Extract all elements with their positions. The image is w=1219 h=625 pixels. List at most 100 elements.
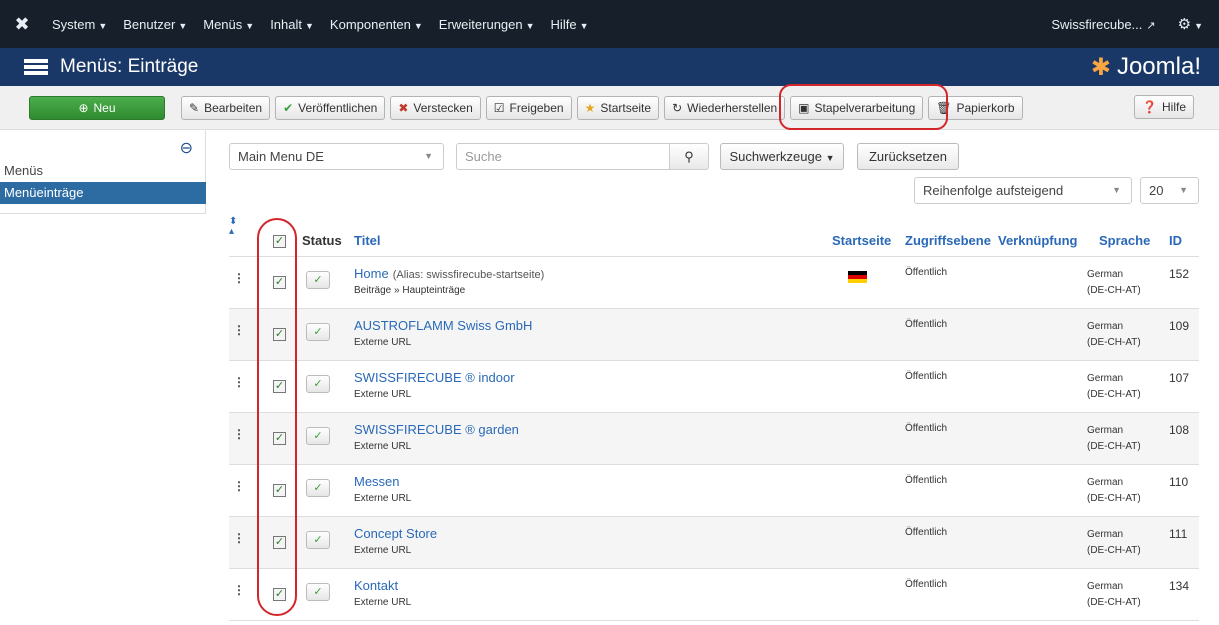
menu-system[interactable]: System ▼ — [44, 17, 115, 32]
title-link[interactable]: Home — [354, 266, 389, 281]
drag-handle-icon[interactable]: ⋮ — [233, 531, 245, 545]
language-code: (DE-CH-AT) — [1087, 285, 1141, 296]
ordering-select[interactable]: Reihenfolge aufsteigend ▼ — [914, 177, 1132, 204]
table-row[interactable]: ⋮ ✓ ✓ SWISSFIRECUBE ® indoor Externe URL… — [229, 361, 1199, 413]
row-access: Öffentlich — [905, 527, 948, 538]
drag-handle-icon[interactable]: ⋮ — [233, 479, 245, 493]
reset-button[interactable]: Zurücksetzen — [857, 143, 959, 170]
button-label: Startseite — [600, 100, 652, 115]
column-status[interactable]: Status — [302, 233, 342, 248]
menu-users[interactable]: Benutzer ▼ — [115, 17, 195, 32]
checkin-button[interactable]: ☑ Freigeben — [485, 95, 572, 120]
published-toggle[interactable]: ✓ — [306, 375, 330, 393]
drag-handle-icon[interactable]: ⋮ — [233, 375, 245, 389]
language-name: German — [1087, 321, 1124, 332]
caret-down-icon: ▼ — [1194, 21, 1203, 31]
german-flag-icon[interactable] — [848, 271, 867, 283]
drag-handle-icon[interactable]: ⋮ — [233, 427, 245, 441]
column-association[interactable]: Verknüpfung — [998, 233, 1077, 248]
published-toggle[interactable]: ✓ — [306, 271, 330, 289]
row-title: Kontakt — [354, 578, 398, 593]
drag-handle-icon[interactable]: ⋮ — [233, 583, 245, 597]
refresh-icon: ↻ — [672, 100, 683, 115]
menu-help[interactable]: Hilfe ▼ — [543, 17, 597, 32]
column-id[interactable]: ID — [1169, 233, 1182, 248]
sidebar-item-menus[interactable]: Menüs — [0, 160, 206, 182]
row-type: Beiträge » Haupteinträge — [354, 285, 466, 296]
check-icon: ✔ — [283, 100, 294, 115]
row-title: Home (Alias: swissfirecube-startseite) — [354, 266, 544, 281]
caret-down-icon: ▼ — [98, 20, 108, 31]
menu-menus[interactable]: Menüs ▼ — [195, 17, 262, 32]
published-toggle[interactable]: ✓ — [306, 427, 330, 445]
table-row[interactable]: ⋮ ✓ ✓ Messen Externe URL Öffentlich Germ… — [229, 465, 1199, 517]
published-toggle[interactable]: ✓ — [306, 323, 330, 341]
rebuild-button[interactable]: ↻ Wiederherstellen — [664, 95, 786, 120]
row-language: German (DE-CH-AT) — [1087, 527, 1141, 559]
list-icon — [24, 59, 48, 75]
edit-button[interactable]: ✎ Bearbeiten — [181, 95, 271, 120]
title-link[interactable]: Concept Store — [354, 526, 437, 541]
home-button[interactable]: ★ Startseite — [576, 95, 660, 120]
language-code: (DE-CH-AT) — [1087, 597, 1141, 608]
title-link[interactable]: SWISSFIRECUBE ® garden — [354, 422, 519, 437]
button-label: Bearbeiten — [204, 100, 263, 115]
language-code: (DE-CH-AT) — [1087, 493, 1141, 504]
check-icon: ✓ — [313, 326, 323, 338]
menu-extensions[interactable]: Erweiterungen ▼ — [431, 17, 543, 32]
search-button[interactable]: ⚲ — [669, 143, 709, 170]
drag-handle-icon[interactable]: ⋮ — [233, 271, 245, 285]
help-button[interactable]: ❓ Hilfe — [1134, 95, 1194, 119]
search-input[interactable]: Suche — [456, 143, 670, 170]
language-code: (DE-CH-AT) — [1087, 441, 1141, 452]
button-label: Wiederherstellen — [687, 100, 778, 115]
title-link[interactable]: Kontakt — [354, 578, 398, 593]
button-label: Veröffentlichen — [298, 100, 378, 115]
new-button[interactable]: ⊕ Neu — [29, 95, 165, 120]
joomla-brand: ✱ Joomla! — [1091, 53, 1201, 82]
row-title: Messen — [354, 474, 400, 489]
menu-label: Hilfe — [550, 16, 577, 32]
unpublish-button[interactable]: ✖ Verstecken — [390, 95, 481, 120]
table-row[interactable]: ⋮ ✓ ✓ SWISSFIRECUBE ® garden Externe URL… — [229, 413, 1199, 465]
row-language: German (DE-CH-AT) — [1087, 319, 1141, 351]
menu-label: Benutzer — [123, 16, 176, 32]
table-row[interactable]: ⋮ ✓ ✓ Kontakt Externe URL Öffentlich Ger… — [229, 569, 1199, 621]
menu-select[interactable]: Main Menu DE ▼ — [229, 143, 444, 170]
search-tools-button[interactable]: Suchwerkzeuge ▼ — [720, 143, 844, 170]
title-link[interactable]: Messen — [354, 474, 400, 489]
table-row[interactable]: ⋮ ✓ ✓ Home (Alias: swissfirecube-startsei… — [229, 257, 1199, 309]
column-title[interactable]: Titel — [354, 233, 381, 248]
row-type: Externe URL — [354, 441, 412, 452]
limit-select[interactable]: 20 ▼ — [1140, 177, 1199, 204]
collapse-sidebar-icon[interactable]: ⊖ — [180, 138, 193, 158]
publish-button[interactable]: ✔ Veröffentlichen — [275, 95, 386, 120]
title-link[interactable]: AUSTROFLAMM Swiss GmbH — [354, 318, 532, 333]
published-toggle[interactable]: ✓ — [306, 531, 330, 549]
drag-handle-icon[interactable]: ⋮ — [233, 323, 245, 337]
table-row[interactable]: ⋮ ✓ ✓ AUSTROFLAMM Swiss GmbH Externe URL… — [229, 309, 1199, 361]
table-row[interactable]: ⋮ ✓ ✓ Concept Store Externe URL Öffentli… — [229, 517, 1199, 569]
sidebar-item-menu-entries[interactable]: Menüeinträge — [0, 182, 206, 204]
row-type: Externe URL — [354, 545, 412, 556]
menu-content[interactable]: Inhalt ▼ — [262, 17, 322, 32]
language-name: German — [1087, 581, 1124, 592]
site-link[interactable]: Swissfirecube... ↗ — [1051, 17, 1155, 32]
menu-components[interactable]: Komponenten ▼ — [322, 17, 431, 32]
highlight-ring — [779, 83, 949, 130]
caret-down-icon: ▼ — [825, 153, 835, 163]
edit-icon: ✎ — [189, 100, 200, 115]
published-toggle[interactable]: ✓ — [306, 583, 330, 601]
star-icon: ★ — [584, 100, 596, 115]
column-home[interactable]: Startseite — [832, 233, 891, 248]
published-toggle[interactable]: ✓ — [306, 479, 330, 497]
column-access[interactable]: Zugriffsebene — [905, 233, 991, 248]
sort-icon[interactable]: ⬍ ▴ — [229, 217, 237, 237]
title-link[interactable]: SWISSFIRECUBE ® indoor — [354, 370, 515, 385]
column-language[interactable]: Sprache — [1099, 233, 1150, 248]
user-settings-dropdown[interactable]: ⚙ ▼ — [1178, 15, 1203, 33]
menu-label: Komponenten — [329, 16, 411, 32]
row-id: 152 — [1169, 267, 1190, 281]
joomla-logo-icon[interactable]: ✖ — [0, 14, 44, 35]
toolbar: ⊕ Neu ✎ Bearbeiten ✔ Veröffentlichen ✖ Verst… — [0, 83, 1219, 130]
